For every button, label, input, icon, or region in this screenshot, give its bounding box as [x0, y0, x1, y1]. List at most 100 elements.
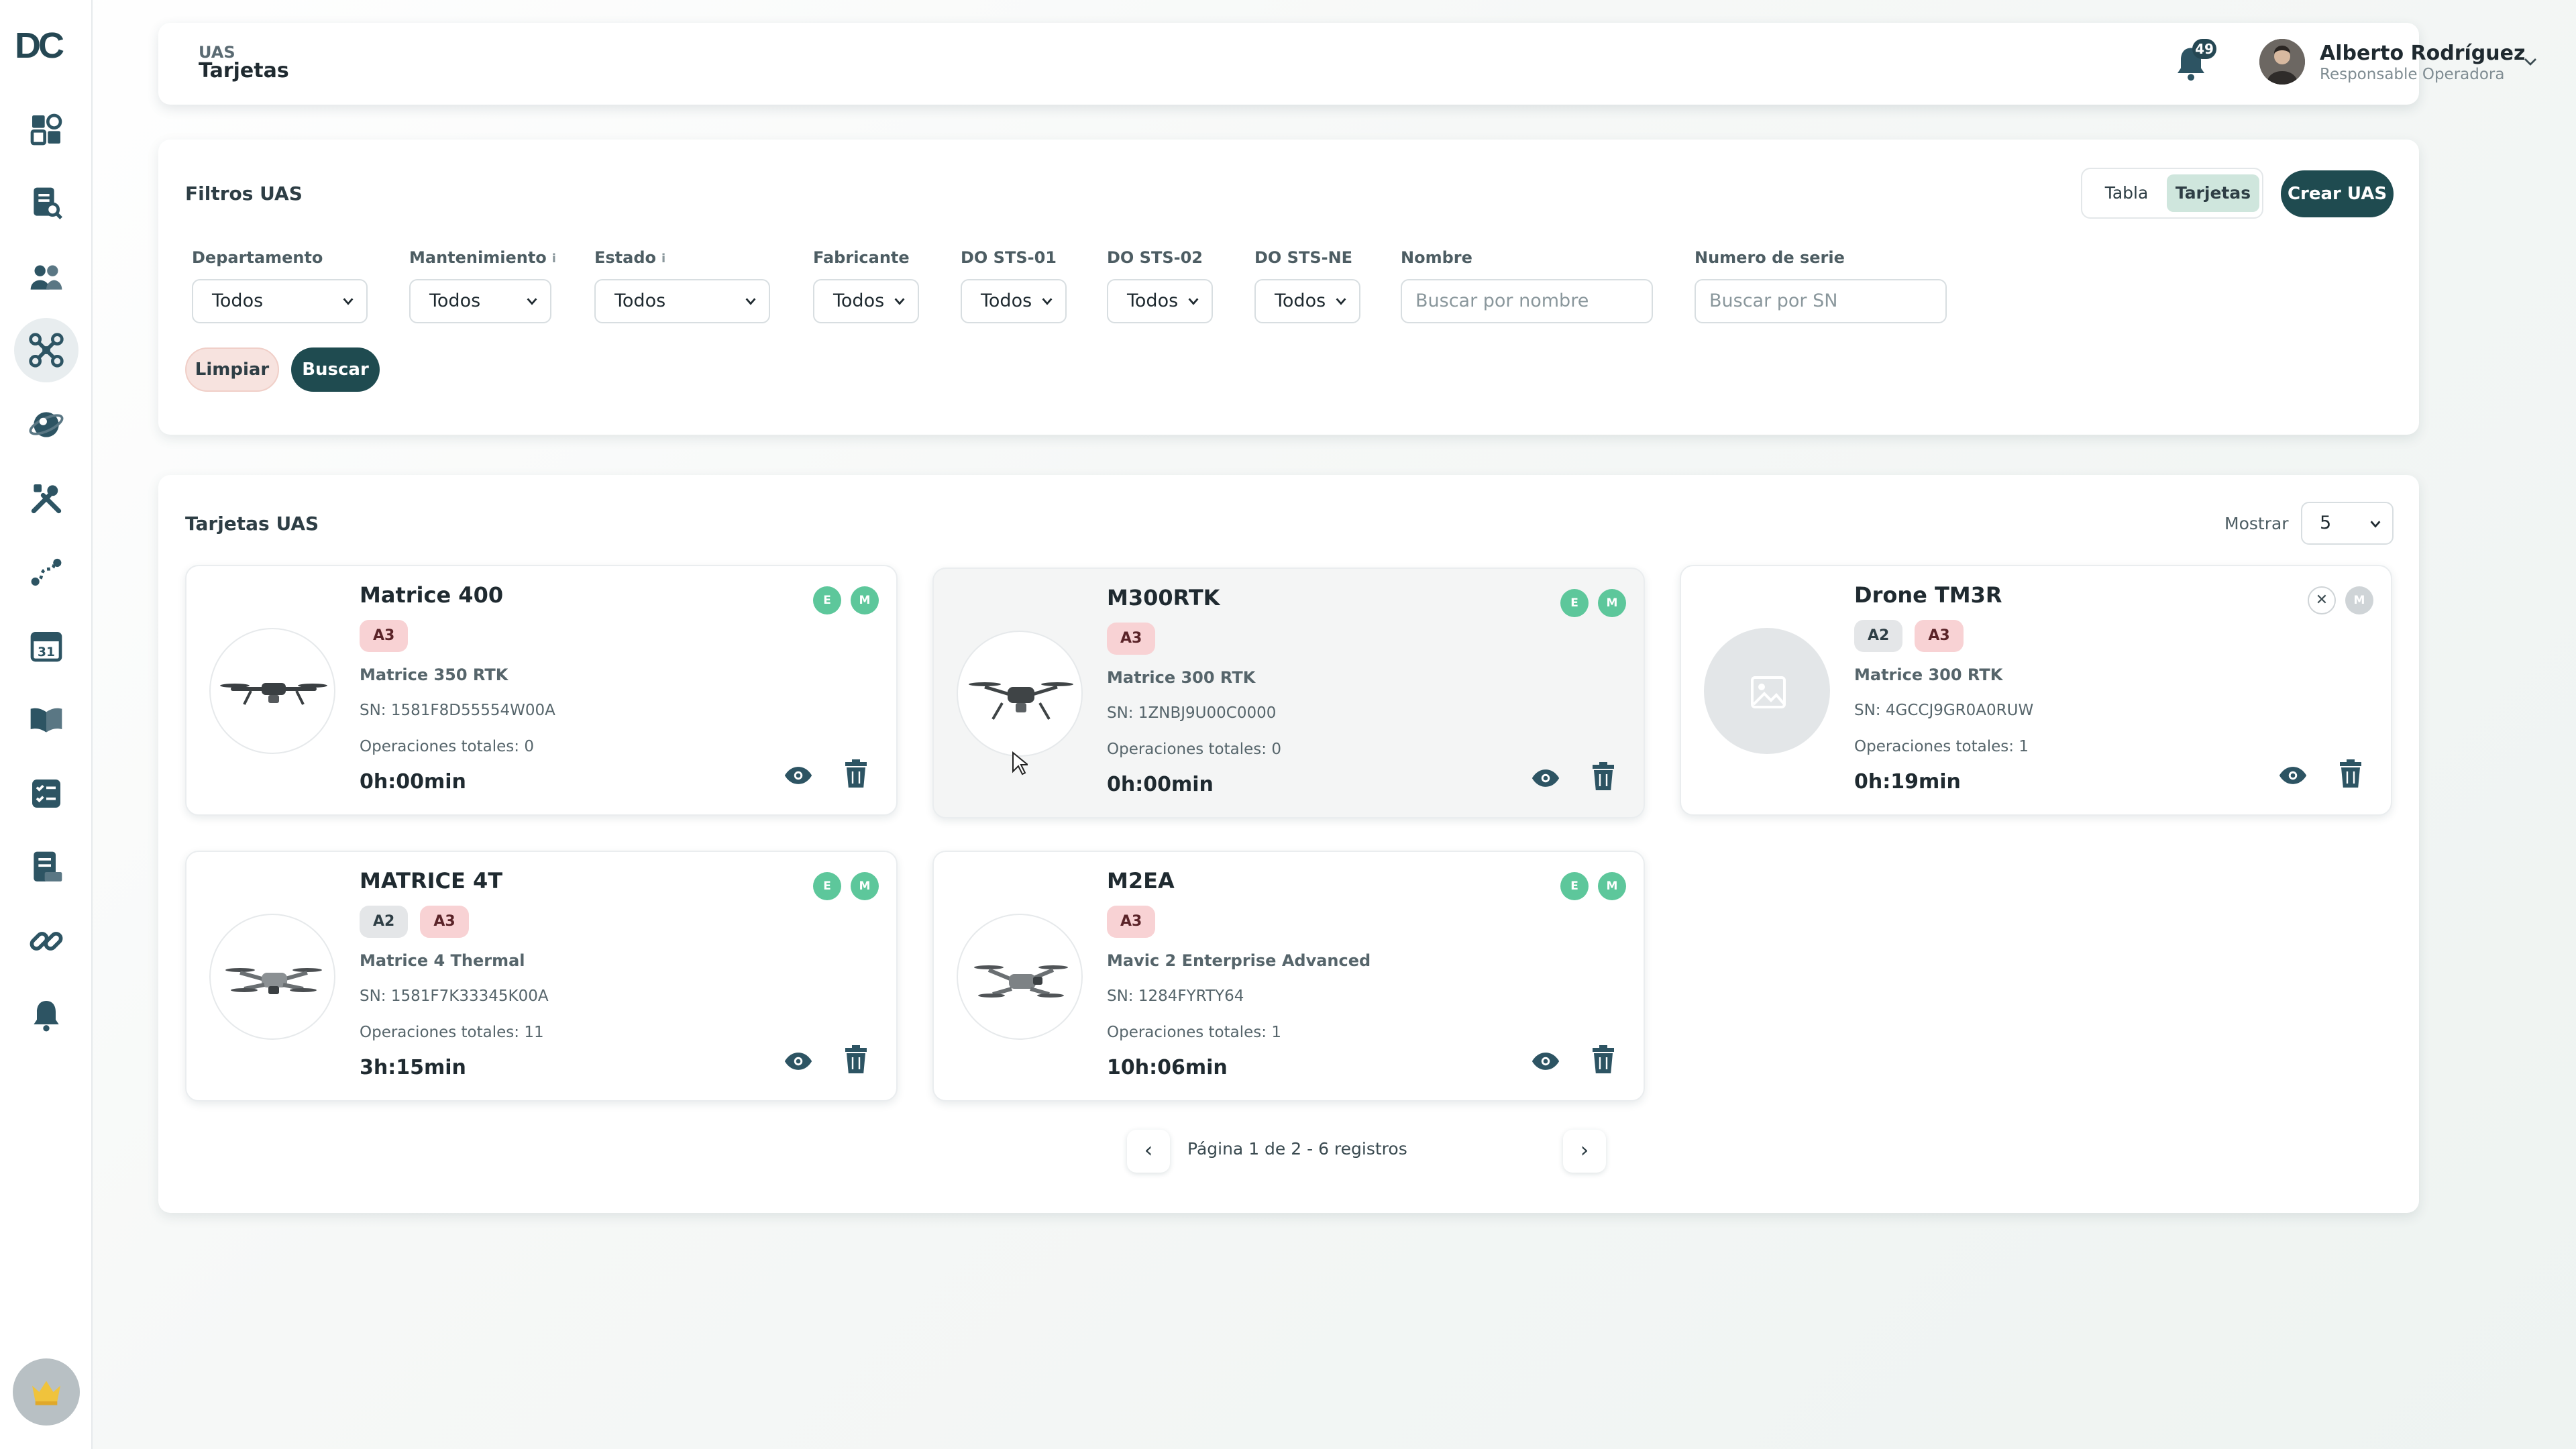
delete-trash-icon[interactable]: [1590, 1044, 1617, 1076]
departamento-select[interactable]: Todos: [192, 279, 368, 323]
view-eye-icon[interactable]: [784, 1046, 813, 1076]
info-icon[interactable]: i: [552, 252, 556, 266]
class-tag: A3: [420, 906, 469, 938]
uas-flight-time: 0h:19min: [1854, 770, 1961, 794]
chevron-down-icon: [894, 298, 905, 305]
uas-serial: SN: 1581F8D55554W00A: [360, 702, 555, 719]
app-logo: DC: [15, 25, 64, 66]
estado-label-text: Estado: [594, 248, 657, 267]
numero-serie-label: Numero de serie: [1695, 248, 1845, 267]
next-page-button[interactable]: ›: [1563, 1130, 1606, 1173]
do-sts-01-select[interactable]: Todos: [961, 279, 1067, 323]
departamento-value: Todos: [212, 290, 264, 311]
status-m-badge: M: [1598, 872, 1626, 900]
status-m-badge: M: [851, 872, 879, 900]
uas-name: M300RTK: [1107, 585, 1220, 610]
tools-icon[interactable]: [23, 475, 70, 522]
estado-select[interactable]: Todos: [594, 279, 770, 323]
chevron-down-icon: [1188, 298, 1199, 305]
user-role: Responsable Operadora: [2320, 66, 2505, 83]
view-eye-icon[interactable]: [784, 761, 813, 790]
mouse-cursor-icon: [1012, 751, 1028, 775]
do-sts-02-label: DO STS-02: [1107, 248, 1203, 267]
nombre-search-input[interactable]: Buscar por nombre: [1401, 279, 1653, 323]
prev-page-button[interactable]: ‹: [1127, 1130, 1170, 1173]
class-tag: A3: [1107, 906, 1156, 938]
status-m-badge: M: [1598, 589, 1626, 617]
drone-photo: [957, 914, 1083, 1040]
clear-filters-button[interactable]: Limpiar: [185, 347, 279, 392]
status-e-badge: E: [1560, 589, 1589, 617]
route-icon[interactable]: [23, 549, 70, 596]
user-name: Alberto Rodríguez: [2320, 42, 2526, 65]
uas-name: M2EA: [1107, 868, 1175, 894]
do-sts-02-select[interactable]: Todos: [1107, 279, 1213, 323]
drone-icon[interactable]: [14, 318, 78, 382]
view-eye-icon[interactable]: [2278, 761, 2308, 790]
view-toggle: Tabla Tarjetas: [2081, 168, 2263, 219]
bell-icon[interactable]: [23, 991, 70, 1038]
search-button[interactable]: Buscar: [291, 347, 380, 392]
uas-flight-time: 0h:00min: [360, 770, 466, 794]
uas-flight-time: 10h:06min: [1107, 1056, 1228, 1079]
cards-panel: Tarjetas UAS Mostrar 5 Matrice 400 A3 Ma…: [158, 475, 2419, 1213]
dashboard-icon[interactable]: [23, 106, 70, 153]
drone-photo: [209, 914, 335, 1040]
delete-trash-icon[interactable]: [843, 1044, 869, 1076]
uas-card[interactable]: Drone TM3R A2 A3 Matrice 300 RTK SN: 4GC…: [1680, 565, 2392, 816]
create-uas-button[interactable]: Crear UAS: [2281, 170, 2394, 217]
uas-operations: Operaciones totales: 0: [360, 738, 534, 755]
users-icon[interactable]: [23, 254, 70, 301]
user-menu-chevron-down-icon[interactable]: [2520, 51, 2541, 72]
page-size-select[interactable]: 5: [2301, 502, 2394, 545]
do-sts-ne-value: Todos: [1275, 290, 1326, 311]
globe-icon[interactable]: [23, 401, 70, 448]
calendar-icon[interactable]: 31: [23, 623, 70, 669]
chevron-down-icon: [1336, 298, 1346, 305]
class-tags: A3: [1107, 623, 1156, 655]
view-cards-button[interactable]: Tarjetas: [2167, 174, 2259, 212]
do-sts-ne-label: DO STS-NE: [1254, 248, 1353, 267]
status-x-badge: ✕: [2308, 586, 2336, 614]
document-search-icon[interactable]: [23, 180, 70, 227]
uas-model: Matrice 300 RTK: [1107, 668, 1256, 687]
class-tag: A3: [1915, 620, 1964, 652]
pagination-info: Página 1 de 2 - 6 registros: [1187, 1139, 1407, 1159]
drone-photo: [957, 631, 1083, 757]
delete-trash-icon[interactable]: [2337, 758, 2364, 790]
link-icon[interactable]: [23, 918, 70, 965]
mantenimiento-select[interactable]: Todos: [409, 279, 551, 323]
fabricante-value: Todos: [833, 290, 885, 311]
report-icon[interactable]: [23, 844, 70, 891]
view-eye-icon[interactable]: [1531, 763, 1560, 793]
mantenimiento-label: Mantenimiento i: [409, 248, 556, 267]
estado-value: Todos: [614, 290, 666, 311]
do-sts-02-value: Todos: [1127, 290, 1179, 311]
checklist-icon[interactable]: [23, 770, 70, 817]
uas-card[interactable]: MATRICE 4T A2 A3 Matrice 4 Thermal SN: 1…: [185, 851, 898, 1102]
do-sts-ne-select[interactable]: Todos: [1254, 279, 1360, 323]
delete-trash-icon[interactable]: [1590, 761, 1617, 793]
delete-trash-icon[interactable]: [843, 758, 869, 790]
chevron-down-icon: [2370, 521, 2381, 528]
info-icon[interactable]: i: [661, 252, 665, 266]
uas-model: Matrice 4 Thermal: [360, 951, 525, 970]
user-avatar[interactable]: [2259, 39, 2305, 85]
status-m-badge: M: [851, 586, 879, 614]
sidebar: DC 31: [0, 0, 93, 1449]
uas-card[interactable]: M300RTK A3 Matrice 300 RTK SN: 1ZNBJ9U00…: [932, 568, 1645, 818]
crown-icon[interactable]: [13, 1358, 80, 1426]
uas-serial: SN: 1581F7K33345K00A: [360, 987, 549, 1005]
book-icon[interactable]: [23, 696, 70, 743]
uas-card[interactable]: M2EA A3 Mavic 2 Enterprise Advanced SN: …: [932, 851, 1645, 1102]
sn-search-input[interactable]: Buscar por SN: [1695, 279, 1947, 323]
class-tags: A3: [360, 620, 409, 652]
view-eye-icon[interactable]: [1531, 1046, 1560, 1076]
drone-photo: [209, 628, 335, 754]
view-table-button[interactable]: Tabla: [2089, 174, 2164, 212]
uas-card[interactable]: Matrice 400 A3 Matrice 350 RTK SN: 1581F…: [185, 565, 898, 816]
status-e-badge: E: [813, 872, 841, 900]
uas-model: Matrice 300 RTK: [1854, 665, 2003, 684]
fabricante-select[interactable]: Todos: [813, 279, 919, 323]
nombre-label: Nombre: [1401, 248, 1472, 267]
